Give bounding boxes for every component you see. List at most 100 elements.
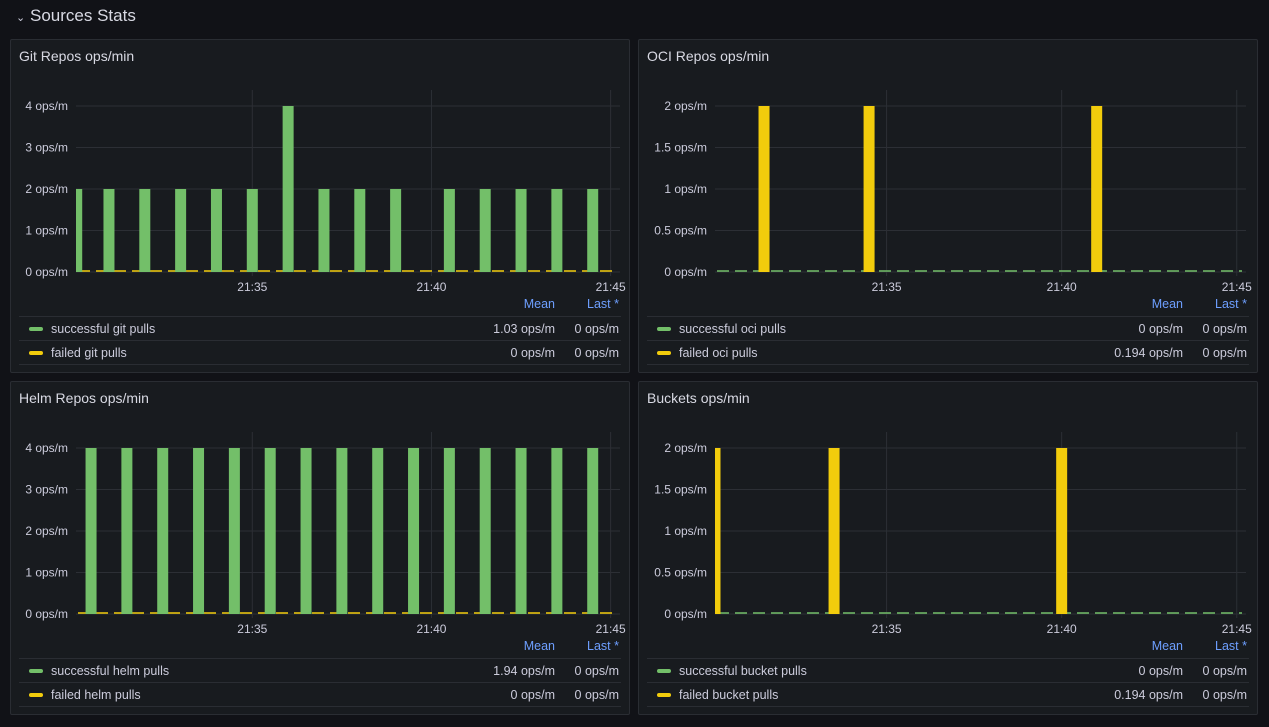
bar-successful-helm-pulls	[193, 448, 205, 614]
series-color-swatch[interactable]	[29, 326, 43, 331]
legend: Mean Last * successful git pulls 1.03 op…	[19, 292, 621, 365]
series-color-swatch[interactable]	[29, 668, 43, 673]
bar-successful-helm-pulls	[85, 448, 97, 614]
y-tick-label: 3 ops/m	[25, 141, 68, 155]
bar-successful-helm-pulls	[515, 448, 527, 614]
legend-header-mean[interactable]: Mean	[465, 297, 555, 311]
legend-header-mean[interactable]: Mean	[1093, 639, 1183, 653]
legend: Mean Last * successful helm pulls 1.94 o…	[19, 634, 621, 707]
bar-successful-helm-pulls	[443, 448, 455, 614]
bar-successful-helm-pulls	[479, 448, 491, 614]
bar-failed-bucket-pulls	[828, 448, 840, 614]
series-mean: 0 ops/m	[510, 687, 555, 702]
bar-failed-oci-pulls	[863, 106, 875, 272]
bar-failed-oci-pulls	[758, 106, 770, 272]
y-tick-label: 0 ops/m	[664, 265, 707, 279]
legend-header-mean[interactable]: Mean	[465, 639, 555, 653]
bar-successful-git-pulls	[282, 106, 294, 272]
legend-header-last[interactable]: Last *	[1183, 639, 1249, 653]
bar-successful-git-pulls	[139, 189, 151, 272]
legend: Mean Last * successful oci pulls 0 ops/m…	[647, 292, 1249, 365]
bar-successful-helm-pulls	[157, 448, 169, 614]
series-name: failed helm pulls	[51, 687, 141, 702]
legend-header-mean[interactable]: Mean	[1093, 297, 1183, 311]
y-tick-label: 1 ops/m	[664, 524, 707, 538]
legend-item-failed[interactable]: failed git pulls 0 ops/m 0 ops/m	[19, 341, 621, 365]
legend-item-failed[interactable]: failed bucket pulls 0.194 ops/m 0 ops/m	[647, 683, 1249, 707]
row-header-sources-stats[interactable]: ⌄ Sources Stats	[16, 4, 136, 28]
series-mean: 0.194 ops/m	[1114, 345, 1183, 360]
bar-successful-git-pulls	[76, 189, 83, 272]
bar-successful-git-pulls	[318, 189, 330, 272]
y-tick-label: 4 ops/m	[25, 441, 68, 455]
bar-successful-git-pulls	[515, 189, 527, 272]
series-last: 0 ops/m	[1202, 321, 1247, 336]
series-mean: 0 ops/m	[1138, 321, 1183, 336]
legend-header-last[interactable]: Last *	[1183, 297, 1249, 311]
series-color-swatch[interactable]	[29, 350, 43, 355]
bar-successful-git-pulls	[587, 189, 599, 272]
series-mean: 0.194 ops/m	[1114, 687, 1183, 702]
series-name: successful git pulls	[51, 321, 156, 336]
series-color-swatch[interactable]	[29, 692, 43, 697]
legend-item-successful[interactable]: successful oci pulls 0 ops/m 0 ops/m	[647, 317, 1249, 341]
row-title: Sources Stats	[30, 6, 136, 25]
bar-successful-git-pulls	[210, 189, 222, 272]
legend-item-failed[interactable]: failed oci pulls 0.194 ops/m 0 ops/m	[647, 341, 1249, 365]
bar-successful-git-pulls	[443, 189, 455, 272]
bar-successful-git-pulls	[246, 189, 258, 272]
chevron-down-icon[interactable]: ⌄	[16, 11, 26, 24]
y-tick-label: 1.5 ops/m	[654, 483, 707, 497]
y-tick-label: 2 ops/m	[25, 524, 68, 538]
series-color-swatch[interactable]	[657, 692, 671, 697]
bar-successful-helm-pulls	[408, 448, 420, 614]
bar-successful-helm-pulls	[551, 448, 563, 614]
y-tick-label: 0 ops/m	[25, 607, 68, 621]
series-mean: 1.03 ops/m	[493, 321, 555, 336]
bar-successful-git-pulls	[354, 189, 366, 272]
series-last: 0 ops/m	[1202, 687, 1247, 702]
series-name: failed bucket pulls	[679, 687, 779, 702]
series-color-swatch[interactable]	[657, 326, 671, 331]
series-last: 0 ops/m	[1202, 345, 1247, 360]
bar-failed-bucket-pulls	[1056, 448, 1068, 614]
y-tick-label: 0 ops/m	[25, 265, 68, 279]
series-last: 0 ops/m	[574, 345, 619, 360]
bar-successful-helm-pulls	[372, 448, 384, 614]
series-mean: 0 ops/m	[1138, 663, 1183, 678]
series-last: 0 ops/m	[574, 687, 619, 702]
y-tick-label: 2 ops/m	[664, 99, 707, 113]
chart-oci-repos: 0 ops/m0.5 ops/m1 ops/m1.5 ops/m2 ops/m2…	[654, 90, 1252, 294]
legend-item-failed[interactable]: failed helm pulls 0 ops/m 0 ops/m	[19, 683, 621, 707]
series-color-swatch[interactable]	[657, 350, 671, 355]
series-color-swatch[interactable]	[657, 668, 671, 673]
y-tick-label: 1 ops/m	[25, 224, 68, 238]
bar-successful-git-pulls	[175, 189, 187, 272]
bar-successful-helm-pulls	[264, 448, 276, 614]
y-tick-label: 0 ops/m	[664, 607, 707, 621]
bar-successful-helm-pulls	[336, 448, 348, 614]
bar-successful-helm-pulls	[228, 448, 240, 614]
series-name: successful helm pulls	[51, 663, 170, 678]
chart-helm-repos: 0 ops/m1 ops/m2 ops/m3 ops/m4 ops/m21:35…	[25, 432, 626, 636]
y-tick-label: 0.5 ops/m	[654, 566, 707, 580]
y-tick-label: 3 ops/m	[25, 483, 68, 497]
legend-item-successful[interactable]: successful bucket pulls 0 ops/m 0 ops/m	[647, 659, 1249, 683]
legend-item-successful[interactable]: successful helm pulls 1.94 ops/m 0 ops/m	[19, 659, 621, 683]
series-last: 0 ops/m	[574, 321, 619, 336]
legend-item-successful[interactable]: successful git pulls 1.03 ops/m 0 ops/m	[19, 317, 621, 341]
series-mean: 0 ops/m	[510, 345, 555, 360]
bar-successful-git-pulls	[390, 189, 402, 272]
bar-successful-helm-pulls	[300, 448, 312, 614]
legend: Mean Last * successful bucket pulls 0 op…	[647, 634, 1249, 707]
bar-failed-oci-pulls	[1091, 106, 1103, 272]
bar-successful-git-pulls	[551, 189, 563, 272]
legend-header-last[interactable]: Last *	[555, 639, 621, 653]
legend-header-last[interactable]: Last *	[555, 297, 621, 311]
chart-git-repos: 0 ops/m1 ops/m2 ops/m3 ops/m4 ops/m21:35…	[25, 90, 626, 294]
y-tick-label: 2 ops/m	[664, 441, 707, 455]
bar-successful-git-pulls	[103, 189, 115, 272]
y-tick-label: 4 ops/m	[25, 99, 68, 113]
bar-successful-helm-pulls	[121, 448, 133, 614]
series-name: failed git pulls	[51, 345, 127, 360]
